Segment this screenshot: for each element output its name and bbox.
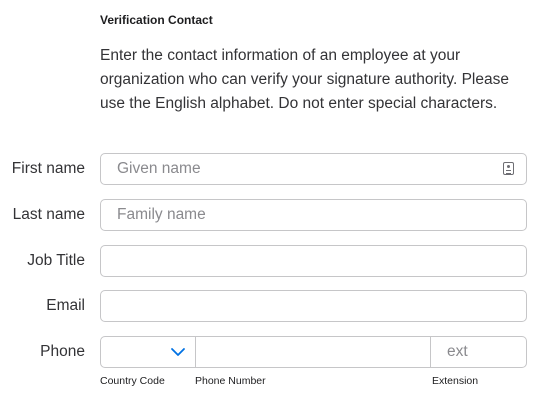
last-name-input[interactable] bbox=[100, 199, 527, 231]
country-code-select[interactable] bbox=[101, 337, 196, 367]
chevron-down-icon[interactable] bbox=[170, 344, 186, 360]
email-input[interactable] bbox=[100, 290, 527, 322]
section-title: Verification Contact bbox=[100, 13, 213, 27]
last-name-label: Last name bbox=[12, 206, 85, 223]
job-title-label: Job Title bbox=[27, 252, 85, 269]
phone-number-sublabel: Phone Number bbox=[195, 375, 266, 387]
contact-card-icon[interactable] bbox=[503, 162, 514, 175]
extension-input[interactable] bbox=[431, 337, 526, 367]
extension-sublabel: Extension bbox=[432, 375, 479, 387]
country-code-sublabel: Country Code bbox=[100, 375, 165, 387]
section-description: Enter the contact information of an empl… bbox=[100, 47, 509, 112]
first-name-label: First name bbox=[11, 160, 85, 177]
job-title-input[interactable] bbox=[100, 245, 527, 277]
phone-input-group bbox=[100, 336, 527, 368]
email-label: Email bbox=[46, 297, 85, 314]
phone-number-input[interactable] bbox=[196, 337, 431, 367]
phone-label: Phone bbox=[40, 343, 85, 360]
first-name-input[interactable] bbox=[100, 153, 527, 185]
